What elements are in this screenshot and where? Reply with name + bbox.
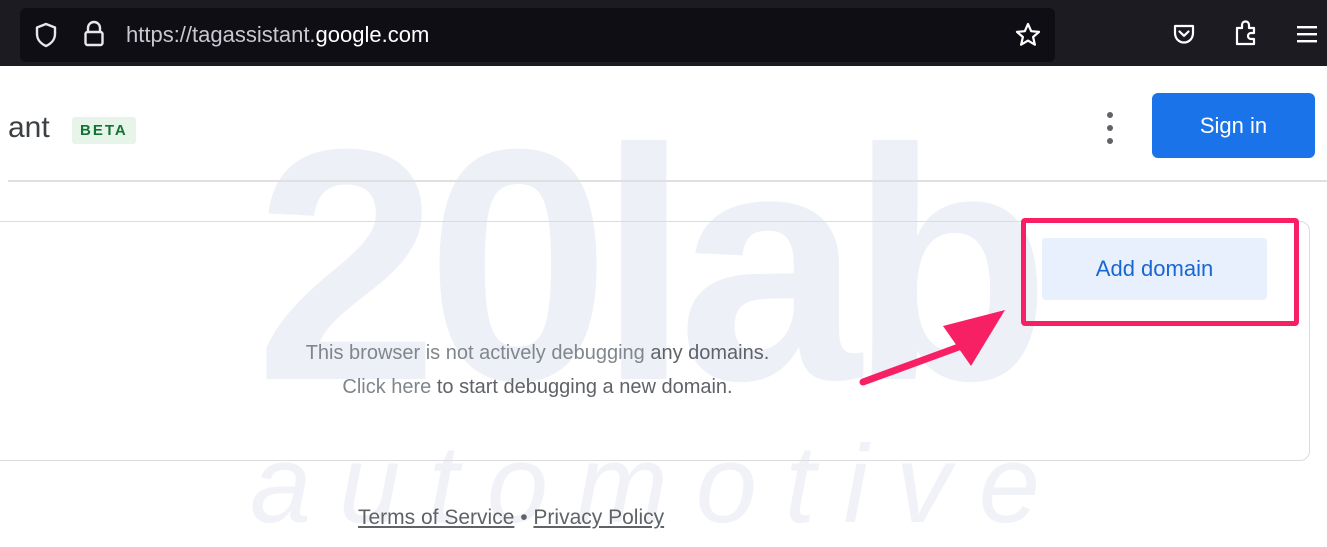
url-host: google.com	[315, 22, 430, 47]
star-icon[interactable]	[1014, 21, 1042, 49]
more-options-button[interactable]	[1098, 108, 1122, 148]
header-divider	[8, 180, 1327, 182]
browser-toolbar-bar: https://tagassistant.google.com	[0, 0, 1327, 66]
empty-message-text-c: to start debugging a new domain.	[436, 376, 733, 398]
annotation-highlight-box	[1021, 218, 1299, 326]
empty-message-text-b: any domains.	[650, 342, 770, 364]
shield-icon[interactable]	[34, 22, 58, 48]
annotation-arrow-icon	[859, 310, 1005, 386]
url-text[interactable]: https://tagassistant.google.com	[126, 22, 429, 48]
browser-toolbar: https://tagassistant.google.com	[0, 0, 1327, 72]
url-prefix: https://tagassistant.	[126, 22, 316, 47]
menu-icon[interactable]	[1295, 23, 1319, 45]
lock-icon[interactable]	[83, 20, 105, 48]
privacy-policy-link[interactable]: Privacy Policy	[533, 506, 664, 529]
click-here-link[interactable]: Click here	[342, 376, 431, 398]
extensions-icon[interactable]	[1233, 19, 1259, 47]
beta-badge: BETA	[72, 117, 136, 144]
terms-of-service-link[interactable]: Terms of Service	[358, 506, 514, 529]
more-vert-icon	[1107, 112, 1113, 118]
more-vert-icon-dot	[1107, 138, 1113, 144]
empty-message-text-a: This browser is not actively debugging	[305, 342, 645, 364]
footer: Terms of Service • Privacy Policy	[358, 506, 664, 530]
sign-in-button[interactable]: Sign in	[1152, 93, 1315, 158]
app-title: ant	[8, 111, 50, 144]
pocket-icon[interactable]	[1172, 22, 1196, 46]
footer-separator: •	[520, 506, 528, 529]
more-vert-icon-dot	[1107, 125, 1113, 131]
